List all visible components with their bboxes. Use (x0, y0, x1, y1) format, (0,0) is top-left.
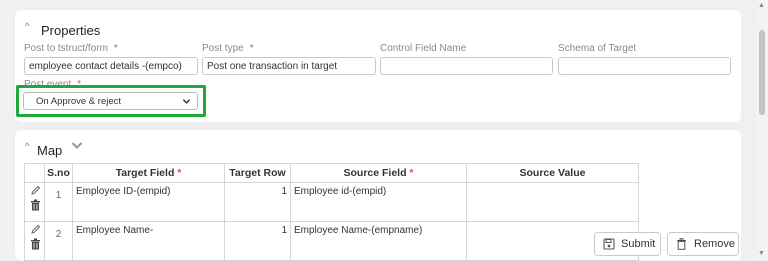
cell-sno: 1 (44, 182, 73, 222)
properties-title: Properties (41, 23, 101, 38)
scrollbar-thumb[interactable] (759, 30, 765, 115)
remove-label: Remove (694, 238, 735, 250)
collapse-caret-icon[interactable]: ^ (25, 141, 29, 151)
row-actions (24, 221, 45, 261)
scroll-up-arrow-icon[interactable]: ▲ (758, 2, 765, 9)
chevron-down-icon[interactable] (71, 141, 83, 151)
map-table: S.no Target Field * Target Row Source Fi… (24, 163, 639, 261)
cell-target-field[interactable]: Employee Name- (72, 221, 225, 261)
header-source-field: Source Field * (290, 163, 467, 183)
cell-source-field[interactable]: Employee id-(empid) (290, 182, 467, 222)
scroll-down-arrow-icon[interactable]: ▼ (758, 250, 765, 257)
vertical-scrollbar[interactable]: ▲ ▼ (756, 0, 768, 260)
trash-can-icon (677, 238, 686, 250)
post-to-label: Post to tstruct/form * (24, 43, 118, 54)
edit-pencil-icon[interactable] (30, 185, 41, 196)
map-title: Map (37, 143, 63, 158)
row-actions (24, 182, 45, 222)
header-target-row: Target Row (224, 163, 291, 183)
table-row: 1 Employee ID-(empid) 1 Employee id-(emp… (24, 182, 639, 222)
post-to-field[interactable]: employee contact details -(empco) (24, 57, 198, 75)
trash-icon[interactable] (30, 238, 41, 250)
collapse-caret-icon[interactable]: ^ (25, 21, 29, 31)
post-type-field[interactable]: Post one transaction in target (202, 57, 376, 75)
header-sno: S.no (44, 163, 73, 183)
edit-pencil-icon[interactable] (30, 224, 41, 235)
header-actions (24, 163, 45, 183)
submit-label: Submit (621, 238, 656, 250)
remove-button[interactable]: Remove (667, 232, 739, 256)
table-row: 2 Employee Name- 1 Employee Name-(empnam… (24, 221, 639, 261)
schema-input[interactable] (558, 57, 731, 75)
save-icon (603, 238, 615, 250)
trash-icon[interactable] (30, 199, 41, 211)
header-target-field: Target Field * (72, 163, 225, 183)
cell-sno: 2 (44, 221, 73, 261)
cell-target-row[interactable]: 1 (224, 182, 291, 222)
cell-target-row[interactable]: 1 (224, 221, 291, 261)
control-field-label: Control Field Name (380, 43, 467, 54)
table-header-row: S.no Target Field * Target Row Source Fi… (24, 163, 639, 183)
schema-label: Schema of Target (558, 43, 637, 54)
submit-button[interactable]: Submit (594, 232, 661, 256)
control-field-input[interactable] (380, 57, 553, 75)
header-source-value: Source Value (466, 163, 639, 183)
post-event-highlight (16, 85, 206, 117)
cell-source-field[interactable]: Employee Name-(empname) (290, 221, 467, 261)
cell-target-field[interactable]: Employee ID-(empid) (72, 182, 225, 222)
post-type-label: Post type * (202, 43, 254, 54)
cell-source-value[interactable] (466, 182, 639, 222)
